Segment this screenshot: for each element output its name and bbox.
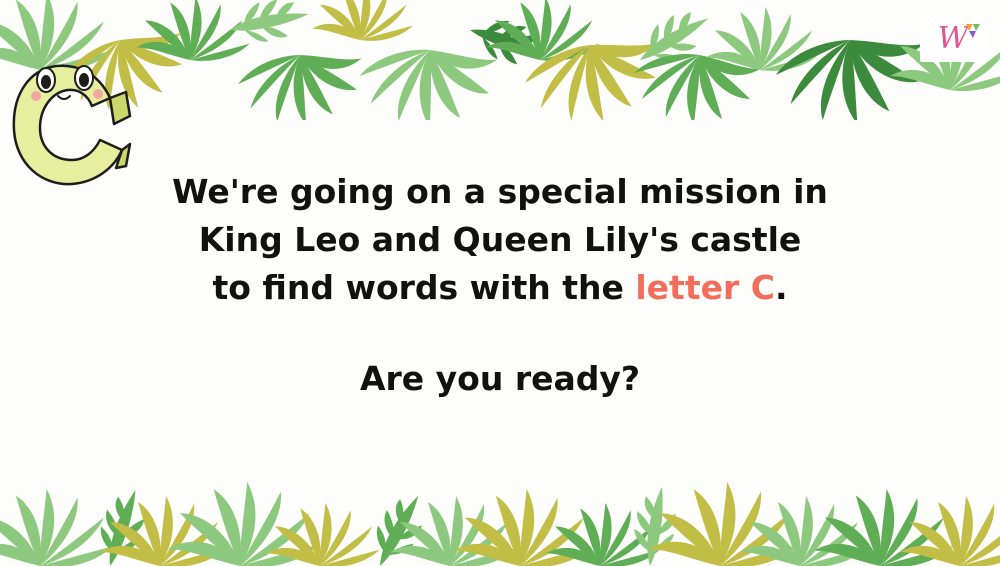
logo-triangles-icon	[966, 24, 980, 38]
message-line-2: King Leo and Queen Lily's castle	[198, 220, 802, 259]
mission-message: We're going on a special mission in King…	[0, 168, 1000, 312]
letter-highlight: letter C	[635, 268, 775, 307]
tropical-leaves-bottom	[0, 482, 1000, 566]
message-line-3: to find words with the letter C.	[0, 264, 1000, 312]
message-period: .	[774, 268, 788, 307]
ready-question: Are you ready?	[359, 359, 641, 398]
brand-logo-icon: W	[920, 14, 986, 62]
mascot-letter: C	[6, 56, 17, 60]
message-line-3-text: to find words with the	[212, 268, 624, 307]
message-line-1: We're going on a special mission in	[172, 172, 828, 211]
brand-logo-letter: W	[937, 20, 969, 56]
tropical-leaves-top	[0, 0, 1000, 120]
